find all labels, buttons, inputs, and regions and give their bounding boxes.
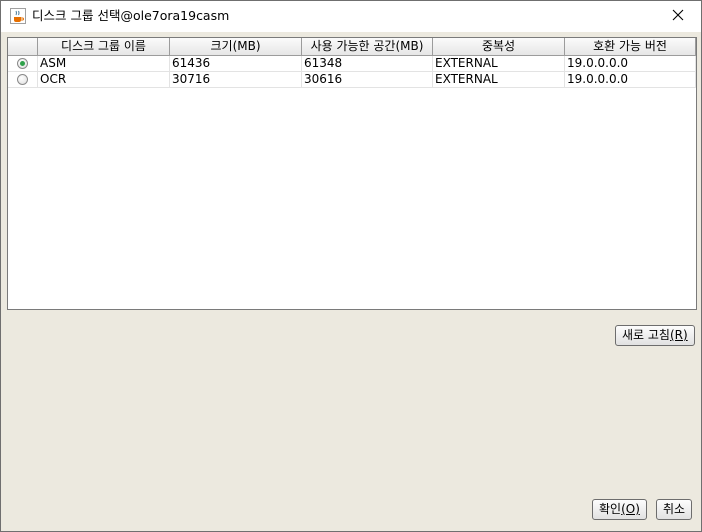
- disk-group-table[interactable]: 디스크 그룹 이름 크기(MB) 사용 가능한 공간(MB) 중복성 호환 가능…: [7, 37, 697, 310]
- table-row[interactable]: OCR 30716 30616 EXTERNAL 19.0.0.0.0: [8, 72, 696, 88]
- close-icon: [672, 9, 684, 24]
- ok-button[interactable]: 확인(O): [592, 499, 647, 520]
- cell-redundancy: EXTERNAL: [433, 72, 565, 88]
- column-header-redundancy[interactable]: 중복성: [433, 38, 565, 56]
- cell-version: 19.0.0.0.0: [565, 72, 696, 88]
- refresh-button-mnemonic: (R): [669, 328, 688, 342]
- cell-name: ASM: [38, 56, 170, 72]
- radio-dot: [20, 61, 25, 66]
- table-row[interactable]: ASM 61436 61348 EXTERNAL 19.0.0.0.0: [8, 56, 696, 72]
- refresh-button-label: 새로 고침: [622, 328, 670, 342]
- window-title: 디스크 그룹 선택@ole7ora19casm: [32, 8, 230, 23]
- cell-redundancy: EXTERNAL: [433, 56, 565, 72]
- cell-free-space: 61348: [302, 56, 433, 72]
- column-header-size[interactable]: 크기(MB): [170, 38, 302, 56]
- cell-version: 19.0.0.0.0: [565, 56, 696, 72]
- title-bar: 디스크 그룹 선택@ole7ora19casm: [1, 1, 701, 32]
- radio-button[interactable]: [17, 74, 28, 85]
- cancel-button-label: 취소: [663, 502, 686, 516]
- ok-button-mnemonic: (O): [621, 502, 640, 516]
- table-header: 디스크 그룹 이름 크기(MB) 사용 가능한 공간(MB) 중복성 호환 가능…: [8, 38, 696, 56]
- refresh-button[interactable]: 새로 고침(R): [615, 325, 695, 346]
- column-header-free-space[interactable]: 사용 가능한 공간(MB): [302, 38, 433, 56]
- row-select-cell[interactable]: [8, 72, 38, 88]
- cell-size: 61436: [170, 56, 302, 72]
- cell-free-space: 30616: [302, 72, 433, 88]
- row-select-cell[interactable]: [8, 56, 38, 72]
- close-button[interactable]: [655, 1, 701, 32]
- radio-button-selected[interactable]: [17, 58, 28, 69]
- disk-group-dialog: 디스크 그룹 선택@ole7ora19casm 디스크 그룹 이름 크기(MB)…: [0, 0, 702, 532]
- column-header-select[interactable]: [8, 38, 38, 56]
- cell-size: 30716: [170, 72, 302, 88]
- column-header-name[interactable]: 디스크 그룹 이름: [38, 38, 170, 56]
- java-cup-icon: [10, 8, 26, 24]
- column-header-compatible-version[interactable]: 호환 가능 버전: [565, 38, 696, 56]
- ok-button-label: 확인: [599, 502, 622, 516]
- cancel-button[interactable]: 취소: [656, 499, 693, 520]
- cell-name: OCR: [38, 72, 170, 88]
